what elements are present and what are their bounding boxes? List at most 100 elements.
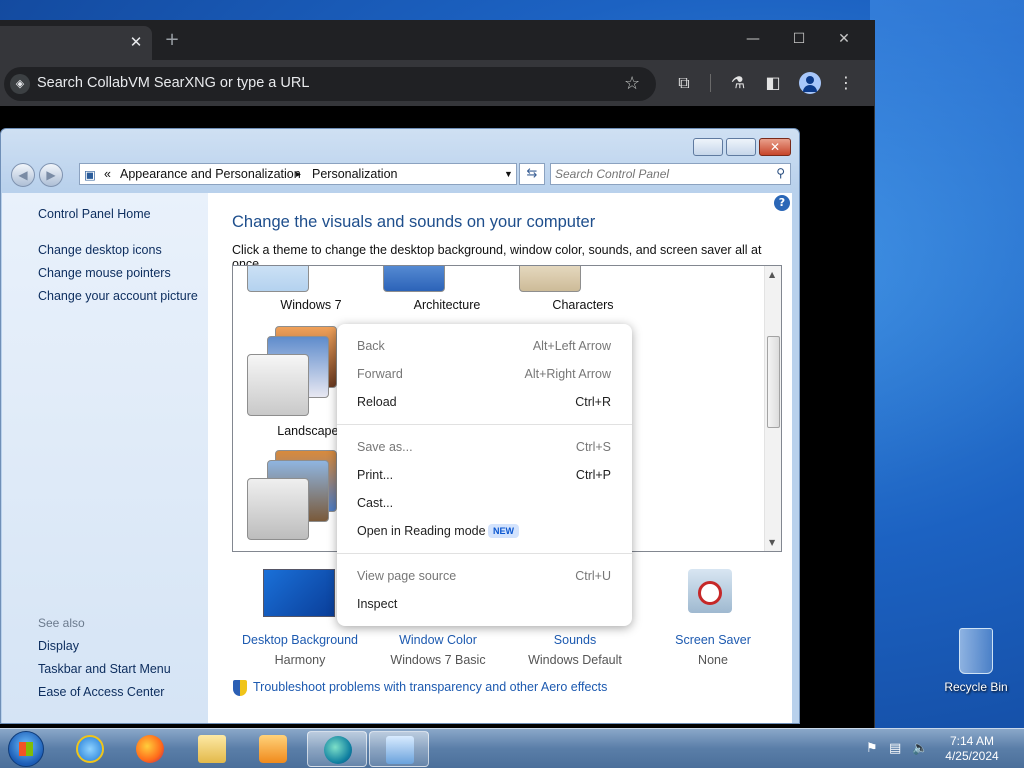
sidebar-link-account-picture[interactable]: Change your account picture — [38, 289, 198, 303]
see-also-taskbar[interactable]: Taskbar and Start Menu — [38, 662, 171, 676]
network-icon[interactable]: ▤ — [889, 741, 901, 756]
new-tab-button[interactable]: + — [162, 30, 182, 50]
taskbar-ie[interactable] — [60, 731, 120, 767]
start-button-icon[interactable] — [8, 731, 44, 767]
active-tab[interactable]: ✕ — [0, 26, 152, 60]
theme-label-windows7[interactable]: Windows 7 — [256, 298, 366, 312]
sounds-item[interactable]: Sounds Windows Default — [510, 633, 640, 667]
sounds-value: Windows Default — [528, 653, 622, 667]
theme-thumb-characters[interactable] — [519, 266, 581, 292]
breadcrumb-arrow-icon[interactable]: ▸ — [296, 169, 301, 180]
menu-item-reload[interactable]: Reload Ctrl+R — [337, 388, 632, 416]
theme-label-architecture[interactable]: Architecture — [392, 298, 502, 312]
theme-label-characters[interactable]: Characters — [528, 298, 638, 312]
extensions-icon[interactable]: ⧉ — [673, 72, 695, 94]
desktop-background-value: Harmony — [274, 653, 326, 667]
menu-item-shortcut: Ctrl+P — [575, 468, 611, 482]
menu-item-reading-mode[interactable]: Open in Reading mode NEW — [337, 517, 632, 545]
recycle-bin[interactable]: Recycle Bin — [942, 628, 1010, 694]
tab-close-icon[interactable]: ✕ — [126, 32, 146, 52]
profile-avatar-icon[interactable] — [799, 72, 821, 94]
screen-saver-icon[interactable] — [688, 569, 732, 613]
bookmark-star-icon[interactable]: ☆ — [624, 73, 640, 94]
breadcrumb-root[interactable]: « — [104, 167, 111, 181]
theme-thumb-architecture[interactable] — [383, 266, 445, 292]
see-also-display[interactable]: Display — [38, 639, 79, 653]
menu-item-label: Back — [357, 339, 385, 353]
help-icon[interactable]: ? — [774, 195, 790, 211]
menu-item-shortcut: Alt+Left Arrow — [532, 339, 611, 353]
menu-item-back[interactable]: Back Alt+Left Arrow — [337, 332, 632, 360]
menu-item-shortcut: Ctrl+U — [575, 569, 611, 583]
sidebar-home-link[interactable]: Control Panel Home — [38, 207, 151, 221]
internet-explorer-icon — [76, 735, 104, 763]
taskbar-media-player[interactable] — [243, 731, 303, 767]
close-button[interactable]: ✕ — [829, 28, 859, 50]
scroll-up-icon[interactable]: ▲ — [769, 270, 775, 279]
menu-item-shortcut: Ctrl+S — [575, 440, 611, 454]
menu-item-save-as[interactable]: Save as... Ctrl+S — [337, 433, 632, 461]
screen-saver-item[interactable]: Screen Saver None — [648, 633, 778, 667]
breadcrumb-appearance[interactable]: Appearance and Personalization — [120, 167, 301, 181]
search-input[interactable] — [555, 166, 765, 182]
theme-scrollbar[interactable]: ▲ ▼ — [764, 266, 781, 551]
side-panel-icon[interactable]: ◧ — [762, 72, 784, 94]
menu-item-label: Inspect — [357, 597, 398, 611]
desktop-background-icon[interactable] — [263, 569, 335, 617]
site-info-icon[interactable]: ◈ — [10, 74, 30, 94]
forward-arrow-icon[interactable]: ▶ — [39, 163, 63, 187]
taskbar-firefox[interactable] — [120, 731, 180, 767]
theme-nature[interactable] — [247, 450, 337, 540]
cp-close-button[interactable]: ✕ — [759, 138, 791, 156]
address-bar[interactable]: ◈ Search CollabVM SearXNG or type a URL … — [4, 67, 656, 101]
landscape-photo-3 — [247, 354, 309, 416]
search-box[interactable]: ⚲ — [550, 163, 791, 185]
screen-saver-label[interactable]: Screen Saver — [648, 633, 778, 647]
sounds-label[interactable]: Sounds — [510, 633, 640, 647]
cp-minimize-button[interactable] — [693, 138, 723, 156]
maximize-button[interactable]: ☐ — [784, 28, 814, 50]
taskbar-control-panel[interactable] — [369, 731, 429, 767]
cp-maximize-button[interactable] — [726, 138, 756, 156]
page-title: Change the visuals and sounds on your co… — [232, 213, 596, 231]
scroll-down-icon[interactable]: ▼ — [769, 538, 775, 547]
refresh-icon[interactable]: ⇆ — [519, 163, 545, 185]
action-center-flag-icon[interactable]: ⚑ — [866, 741, 878, 756]
menu-item-label: Reload — [357, 395, 397, 409]
window-color-label[interactable]: Window Color — [373, 633, 503, 647]
recycle-bin-label[interactable]: Recycle Bin — [942, 680, 1010, 694]
browser-toolbar: ◈ Search CollabVM SearXNG or type a URL … — [0, 60, 875, 106]
new-badge: NEW — [488, 524, 519, 538]
back-arrow-icon[interactable]: ◀ — [11, 163, 35, 187]
menu-kebab-icon[interactable]: ⋮ — [835, 72, 857, 94]
scroll-thumb[interactable] — [767, 336, 780, 428]
breadcrumb-dropdown-icon[interactable]: ▼ — [504, 169, 513, 179]
taskbar-edge[interactable] — [307, 731, 367, 767]
menu-item-print[interactable]: Print... Ctrl+P — [337, 461, 632, 489]
minimize-button[interactable]: — — [738, 28, 768, 50]
taskbar-explorer[interactable] — [182, 731, 242, 767]
breadcrumb[interactable]: ▣ « Appearance and Personalization ▸ Per… — [79, 163, 517, 185]
window-color-item[interactable]: Window Color Windows 7 Basic — [373, 633, 503, 667]
search-icon[interactable]: ⚲ — [776, 166, 785, 180]
menu-item-forward[interactable]: Forward Alt+Right Arrow — [337, 360, 632, 388]
desktop-background-label[interactable]: Desktop Background — [235, 633, 365, 647]
labs-flask-icon[interactable]: ⚗ — [727, 72, 749, 94]
theme-landscapes[interactable] — [247, 326, 337, 416]
system-clock[interactable]: 7:14 AM 4/25/2024 — [934, 734, 1010, 764]
troubleshoot-link[interactable]: Troubleshoot problems with transparency … — [253, 680, 607, 694]
sidebar-link-mouse-pointers[interactable]: Change mouse pointers — [38, 266, 171, 280]
desktop-background-item[interactable]: Desktop Background Harmony — [235, 633, 365, 667]
theme-thumb-windows7[interactable] — [247, 266, 309, 292]
see-also-ease-of-access[interactable]: Ease of Access Center — [38, 685, 164, 699]
menu-item-inspect[interactable]: Inspect — [337, 590, 632, 618]
sidebar-link-desktop-icons[interactable]: Change desktop icons — [38, 243, 162, 257]
address-bar-placeholder: Search CollabVM SearXNG or type a URL — [37, 75, 310, 91]
menu-item-cast[interactable]: Cast... — [337, 489, 632, 517]
sidebar: Control Panel Home Change desktop icons … — [2, 193, 208, 723]
menu-item-shortcut: Alt+Right Arrow — [524, 367, 612, 381]
menu-item-view-source[interactable]: View page source Ctrl+U — [337, 562, 632, 590]
recycle-bin-icon[interactable] — [959, 628, 993, 674]
volume-muted-icon[interactable]: 🔈 — [912, 741, 928, 756]
breadcrumb-personalization[interactable]: Personalization — [312, 167, 397, 181]
